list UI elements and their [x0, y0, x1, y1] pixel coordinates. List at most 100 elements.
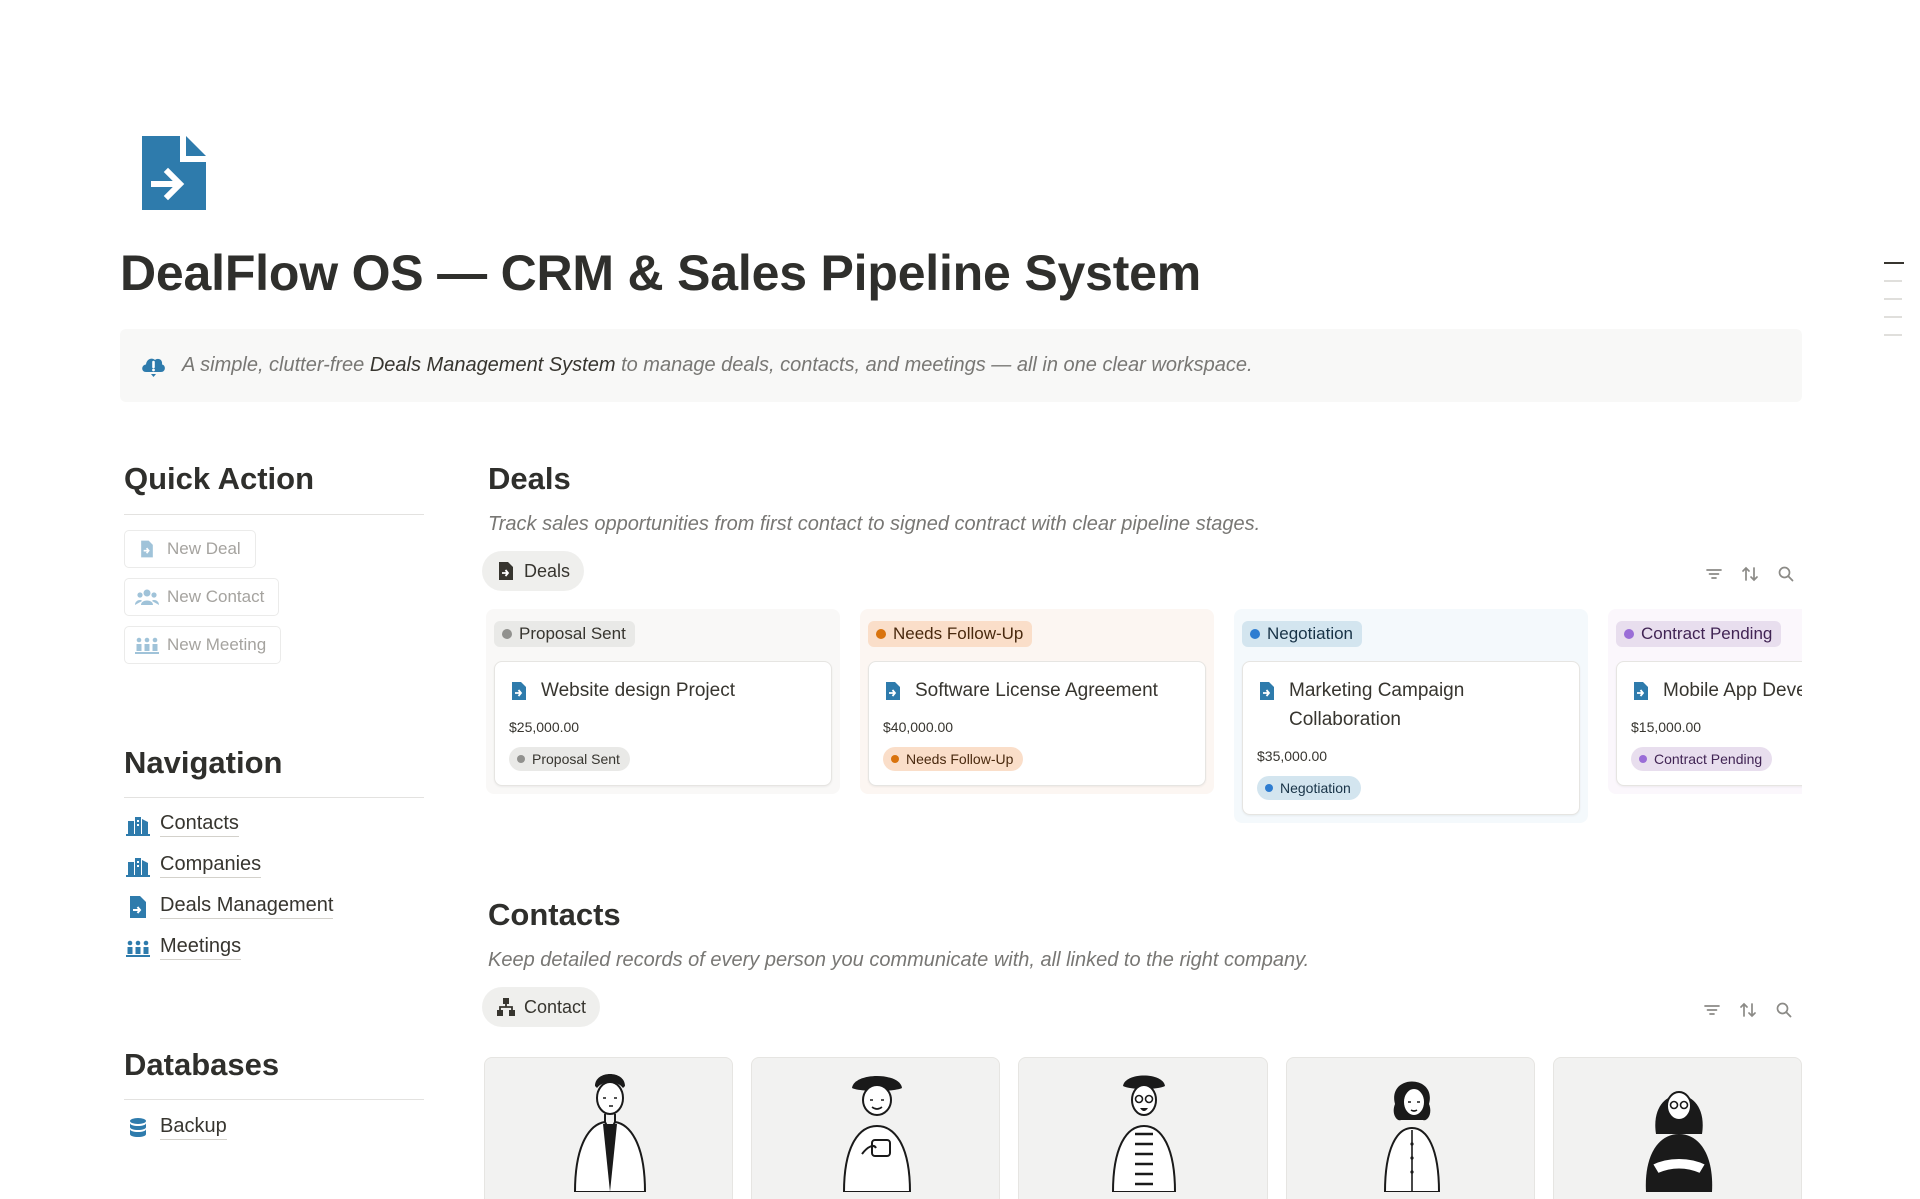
- deals-heading: Deals: [488, 461, 571, 496]
- status-dot: [1639, 755, 1647, 763]
- callout-text: A simple, clutter-free Deals Management …: [182, 354, 1253, 377]
- person-illustration-icon: [843, 1076, 912, 1192]
- status-badge: Negotiation: [1242, 621, 1363, 647]
- contact-card[interactable]: [1552, 1057, 1803, 1199]
- deal-value: $40,000.00: [883, 719, 954, 735]
- deal-value: $15,000.00: [1631, 719, 1702, 735]
- new-meeting-label: New Meeting: [167, 635, 267, 654]
- meeting-icon: [126, 940, 150, 957]
- callout: A simple, clutter-free Deals Management …: [120, 329, 1802, 402]
- status-dot: [1265, 784, 1273, 792]
- buildings-icon: [126, 816, 150, 836]
- contacts-toolbar: [1702, 1000, 1794, 1020]
- deal-card[interactable]: Software License Agreement $40,000.00 Ne…: [868, 661, 1206, 786]
- nav-item-contacts[interactable]: Contacts: [126, 812, 239, 837]
- cloud-alert-icon: [142, 358, 165, 377]
- toc-line[interactable]: [1884, 262, 1904, 264]
- nav-item-meetings[interactable]: Meetings: [126, 935, 242, 960]
- nav-label: Deals Management: [160, 894, 334, 919]
- divider: [124, 797, 424, 798]
- board-column-contract-pending: Contract Pending Mobile App Devel $15,00…: [1608, 609, 1802, 794]
- status-dot: [1250, 629, 1260, 639]
- database-icon: [130, 1117, 146, 1137]
- new-meeting-button[interactable]: New Meeting: [124, 626, 282, 664]
- nav-label: Contacts: [160, 812, 239, 837]
- table-of-contents[interactable]: [1884, 262, 1904, 352]
- document-icon: [499, 562, 513, 580]
- search-icon[interactable]: [1776, 564, 1796, 584]
- deal-card-title: Mobile App Devel: [1631, 676, 1802, 705]
- contact-card[interactable]: [1018, 1057, 1268, 1199]
- status-dot: [517, 755, 525, 763]
- people-icon: [135, 589, 159, 605]
- document-icon: [130, 895, 146, 918]
- nav-item-companies[interactable]: Companies: [126, 853, 262, 878]
- filter-icon[interactable]: [1702, 1000, 1722, 1020]
- callout-highlight: Deals Management System: [369, 354, 616, 376]
- deals-view-tab-label: Deals: [524, 560, 571, 581]
- toc-line[interactable]: [1884, 298, 1902, 300]
- board-column-proposal-sent: Proposal Sent Website design Project $25…: [486, 609, 840, 794]
- new-deal-button[interactable]: New Deal: [124, 530, 256, 568]
- toc-line[interactable]: [1884, 334, 1902, 336]
- deal-card[interactable]: Marketing Campaign Collaboration $35,000…: [1242, 661, 1580, 815]
- column-status-label: Needs Follow-Up: [893, 624, 1024, 643]
- divider: [124, 1099, 424, 1100]
- deal-card[interactable]: Website design Project $25,000.00 Propos…: [494, 661, 832, 786]
- status-badge: Contract Pending: [1616, 621, 1782, 647]
- toc-line[interactable]: [1884, 316, 1902, 318]
- contact-card[interactable]: [751, 1057, 1001, 1199]
- column-status-label: Proposal Sent: [519, 624, 626, 643]
- person-illustration-icon: [1645, 1091, 1713, 1192]
- contacts-gallery: [484, 1057, 1803, 1199]
- status-dot: [502, 629, 512, 639]
- divider: [124, 514, 424, 515]
- deal-card-title: Software License Agreement: [883, 676, 1189, 705]
- person-illustration-icon: [573, 1074, 647, 1192]
- deal-title: Software License Agreement: [915, 680, 1158, 701]
- deals-toolbar: [1704, 564, 1796, 584]
- databases-heading: Databases: [124, 1047, 280, 1082]
- page-title: DealFlow OS — CRM & Sales Pipeline Syste…: [120, 245, 1202, 301]
- contact-card[interactable]: [484, 1057, 734, 1199]
- new-contact-button[interactable]: New Contact: [124, 578, 280, 616]
- nav-item-deals-management[interactable]: Deals Management: [126, 894, 334, 919]
- person-illustration-icon: [1383, 1081, 1440, 1192]
- status-badge: Proposal Sent: [509, 747, 630, 771]
- sort-icon[interactable]: [1740, 564, 1760, 584]
- deals-view-tab[interactable]: Deals: [482, 551, 585, 591]
- status-dot: [1624, 629, 1634, 639]
- deal-title: Marketing Campaign Collaboration: [1289, 680, 1465, 730]
- buildings-icon: [126, 857, 150, 877]
- contacts-heading: Contacts: [488, 897, 621, 932]
- column-status-label: Contract Pending: [1641, 624, 1773, 643]
- deal-title: Website design Project: [541, 680, 735, 701]
- deal-value: $35,000.00: [1257, 748, 1328, 764]
- document-icon: [1260, 682, 1274, 700]
- nav-label: Backup: [160, 1115, 227, 1140]
- filter-icon[interactable]: [1704, 564, 1724, 584]
- board-column-needs-follow-up: Needs Follow-Up Software License Agreeme…: [860, 609, 1214, 794]
- document-icon: [1634, 682, 1648, 700]
- callout-text-after: to manage deals, contacts, and meetings …: [615, 354, 1253, 376]
- hierarchy-icon: [497, 998, 515, 1016]
- callout-text-before: A simple, clutter-free: [182, 354, 370, 376]
- search-icon[interactable]: [1774, 1000, 1794, 1020]
- document-arrow-icon: [142, 136, 206, 210]
- page: DealFlow OS — CRM & Sales Pipeline Syste…: [120, 0, 1803, 1199]
- new-deal-label: New Deal: [167, 539, 241, 558]
- status-dot: [876, 629, 886, 639]
- board-column-negotiation: Negotiation Marketing Campaign Collabora…: [1234, 609, 1588, 823]
- contacts-view-tab[interactable]: Contact: [482, 987, 601, 1027]
- sort-icon[interactable]: [1738, 1000, 1758, 1020]
- deal-card-title: Website design Project: [509, 676, 815, 705]
- status-badge: Proposal Sent: [494, 621, 635, 647]
- deal-card[interactable]: Mobile App Devel $15,000.00 Contract Pen…: [1616, 661, 1802, 786]
- deal-tag-label: Needs Follow-Up: [906, 751, 1014, 767]
- contact-card[interactable]: [1285, 1057, 1535, 1199]
- document-icon: [141, 540, 153, 558]
- nav-item-backup[interactable]: Backup: [126, 1115, 227, 1140]
- deals-description: Track sales opportunities from first con…: [488, 513, 1261, 535]
- column-status-label: Negotiation: [1267, 624, 1354, 643]
- toc-line[interactable]: [1884, 280, 1902, 282]
